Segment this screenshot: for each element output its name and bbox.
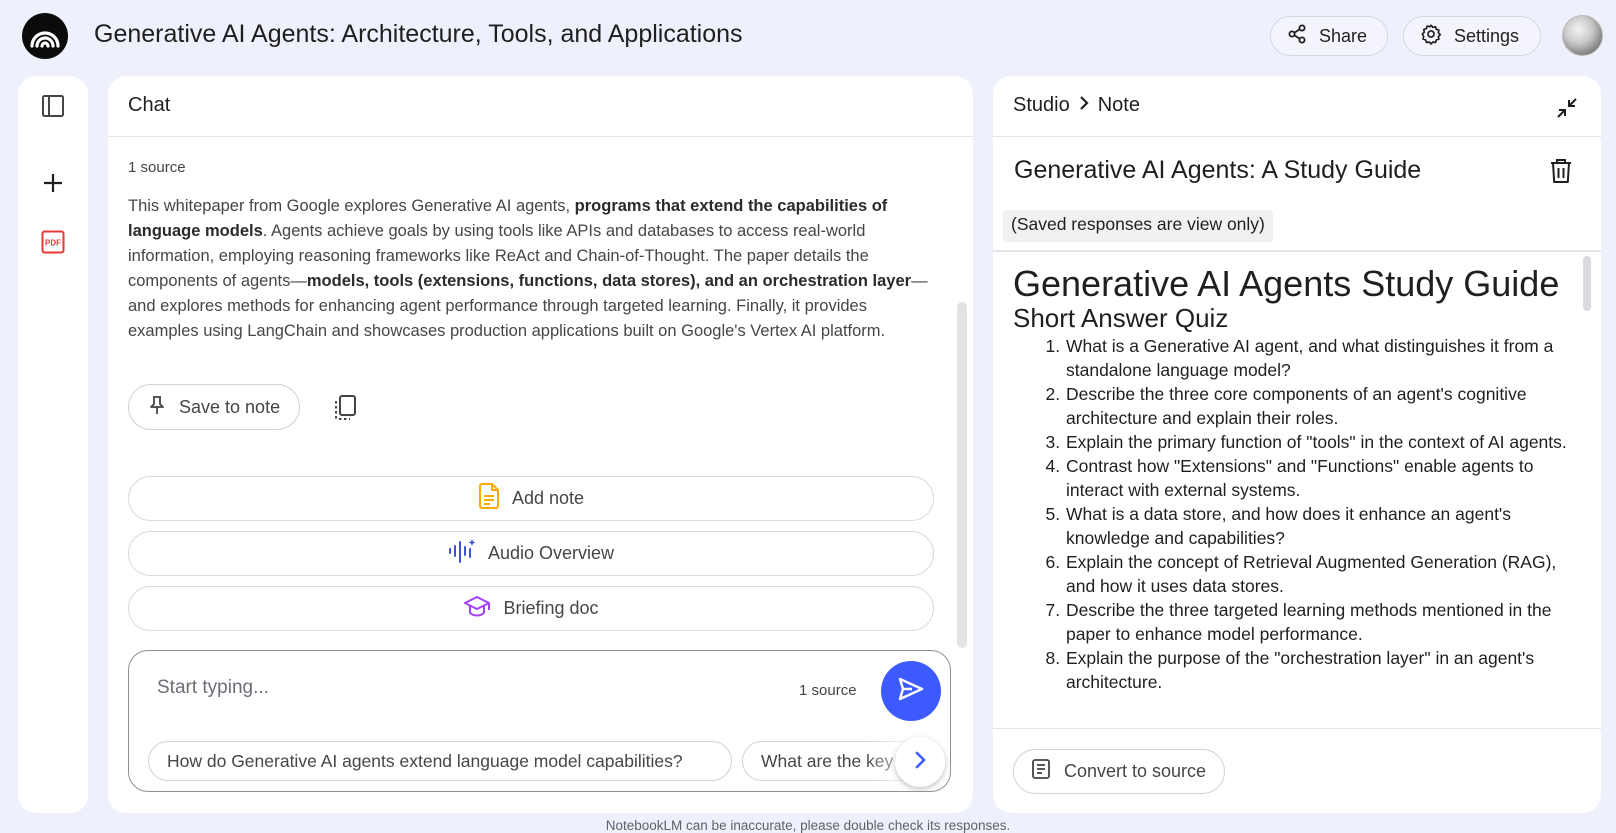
save-to-note-button[interactable]: Save to note (128, 384, 300, 430)
section-title: Short Answer Quiz (1013, 303, 1229, 333)
briefing-doc-label: Briefing doc (503, 598, 599, 618)
chat-header: Chat (108, 76, 973, 137)
sidebar-toggle-icon[interactable] (38, 91, 68, 121)
note-scrollbar[interactable] (1583, 256, 1591, 311)
note-icon (478, 483, 500, 514)
list-item: What is a data store, and how does it en… (1065, 502, 1573, 550)
save-to-note-label: Save to note (179, 396, 281, 417)
chevron-right-icon (1078, 94, 1090, 117)
view-only-notice: (Saved responses are view only) (1003, 210, 1273, 242)
studio-header: Studio Note (993, 76, 1601, 137)
collapse-icon[interactable] (1555, 96, 1579, 120)
settings-label: Settings (1454, 25, 1520, 46)
composer-source-count: 1 source (799, 682, 857, 699)
list-item: Explain the purpose of the "orchestratio… (1065, 646, 1573, 694)
pdf-icon[interactable]: PDF (38, 227, 68, 257)
breadcrumb-note: Note (1097, 94, 1140, 116)
divider (993, 250, 1601, 252)
audio-overview-button[interactable]: Audio Overview (128, 531, 934, 576)
add-note-button[interactable]: Add note (128, 476, 934, 521)
summary-text: This whitepaper from Google explores Gen… (128, 197, 575, 215)
avatar[interactable] (1562, 15, 1603, 56)
chat-panel: Chat 1 source This whitepaper from Googl… (108, 76, 973, 813)
studio-panel: Studio Note Generative AI Agents: A Stud… (993, 76, 1601, 813)
share-label: Share (1319, 25, 1368, 46)
chat-title: Chat (128, 94, 171, 116)
gear-icon (1420, 23, 1442, 50)
send-icon (897, 676, 925, 707)
quiz-list: What is a Generative AI agent, and what … (1013, 334, 1573, 694)
sources-rail: PDF (18, 76, 88, 813)
source-count: 1 source (128, 159, 186, 176)
send-button[interactable] (881, 661, 941, 721)
note-content: Generative AI Agents Study Guide Short A… (1013, 258, 1573, 726)
copy-icon[interactable] (332, 394, 358, 422)
list-item: Describe the three targeted learning met… (1065, 598, 1573, 646)
chat-input[interactable]: Start typing... (157, 677, 269, 699)
breadcrumb-studio[interactable]: Studio (1013, 94, 1070, 117)
breadcrumb: Studio Note (1013, 94, 1140, 117)
convert-icon (1030, 758, 1052, 785)
audio-overview-label: Audio Overview (487, 543, 615, 563)
graduation-cap-icon (463, 594, 491, 623)
share-icon (1287, 24, 1307, 49)
list-item: What is a Generative AI agent, and what … (1065, 334, 1573, 382)
pin-icon (149, 395, 165, 420)
list-item: Explain the primary function of "tools" … (1065, 430, 1573, 454)
page-title[interactable]: Generative AI Agents: Architecture, Tool… (94, 20, 743, 49)
plus-icon[interactable] (38, 168, 68, 198)
convert-to-source-label: Convert to source (1064, 761, 1207, 781)
list-item: Describe the three core components of an… (1065, 382, 1573, 430)
add-note-label: Add note (511, 488, 585, 508)
list-item: Explain the concept of Retrieval Augment… (1065, 550, 1573, 598)
notebook-summary: This whitepaper from Google explores Gen… (128, 194, 933, 344)
list-item: Contrast how "Extensions" and "Functions… (1065, 454, 1573, 502)
chevron-right-icon (913, 751, 927, 774)
divider (993, 728, 1601, 729)
settings-button[interactable]: Settings (1403, 16, 1541, 56)
svg-text:PDF: PDF (45, 239, 61, 248)
convert-to-source-button[interactable]: Convert to source (1013, 749, 1225, 794)
guide-title: Generative AI Agents Study Guide (1013, 263, 1560, 304)
briefing-doc-button[interactable]: Briefing doc (128, 586, 934, 631)
trash-icon[interactable] (1549, 158, 1575, 184)
notebooklm-logo-icon[interactable] (22, 13, 68, 59)
suggested-question[interactable]: How do Generative AI agents extend langu… (148, 741, 732, 781)
next-suggestions-button[interactable] (895, 737, 945, 787)
chat-composer: Start typing... 1 source How do Generati… (128, 650, 951, 792)
note-title[interactable]: Generative AI Agents: A Study Guide (1014, 156, 1421, 185)
chat-scrollbar[interactable] (957, 302, 967, 648)
audio-waveform-icon (448, 538, 476, 569)
summary-highlight: models, tools (extensions, functions, da… (306, 272, 912, 290)
disclaimer: NotebookLM can be inaccurate, please dou… (605, 818, 1011, 833)
top-bar: Generative AI Agents: Architecture, Tool… (0, 0, 1616, 74)
share-button[interactable]: Share (1270, 16, 1388, 56)
